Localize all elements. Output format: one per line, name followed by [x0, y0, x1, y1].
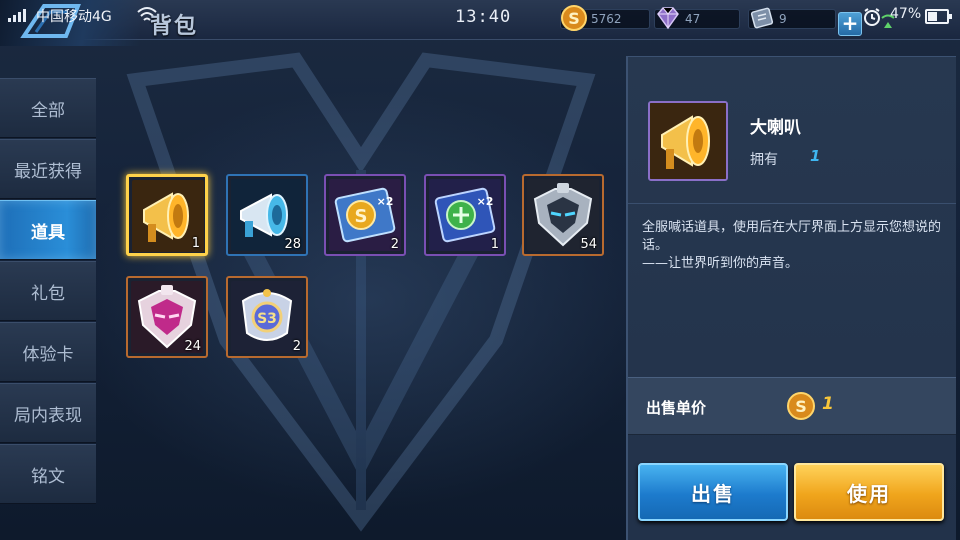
description-line: ——让世界听到你的声音。: [642, 256, 799, 271]
sidebar-item-label: 体验卡: [22, 344, 74, 365]
item-slot-helmet-fragment[interactable]: 54: [522, 174, 604, 256]
item-slot-megaphone-blue[interactable]: 28: [226, 174, 308, 256]
sell-price-value: 1: [822, 394, 834, 414]
recharge-button[interactable]: +: [838, 12, 862, 36]
item-count: 24: [184, 339, 201, 354]
sidebar-item-label: 道具: [31, 222, 65, 243]
category-sidebar: 全部 最近获得 道具 礼包 体验卡 局内表现 铭文: [0, 78, 96, 540]
sidebar-item-match-performance[interactable]: 局内表现: [0, 383, 96, 443]
use-button[interactable]: 使用: [794, 463, 944, 521]
owned-label: 拥有: [750, 152, 778, 168]
item-count: 2: [292, 339, 301, 354]
item-slot-gold-double-card[interactable]: S ×2 2: [324, 174, 406, 256]
item-detail-panel: 大喇叭 拥有 1 全服喊话道具，使用后在大厅界面上方显示您想说的话。 ——让世界…: [626, 56, 956, 540]
item-count: 1: [490, 237, 499, 252]
divider: [628, 203, 956, 204]
item-slot-pink-helmet-fragment[interactable]: 24: [126, 276, 208, 358]
sidebar-item-gift-packs[interactable]: 礼包: [0, 261, 96, 321]
page-title: 背包: [150, 14, 199, 39]
signal-strength-icon: [8, 8, 26, 22]
sidebar-item-recent[interactable]: 最近获得: [0, 139, 96, 199]
sidebar-item-label: 铭文: [31, 466, 65, 487]
sidebar-item-trial-cards[interactable]: 体验卡: [0, 322, 96, 382]
ticket-icon: [750, 7, 774, 29]
detail-item-name: 大喇叭: [750, 118, 801, 138]
sidebar-item-props[interactable]: 道具: [0, 200, 96, 260]
clock: 13:40: [455, 7, 512, 27]
sidebar-item-label: 全部: [31, 100, 65, 121]
carrier-name: 中国移动4G: [36, 9, 112, 25]
svg-text:S: S: [355, 206, 368, 227]
item-slot-s3-badge[interactable]: S3 2: [226, 276, 308, 358]
detail-item-frame: [648, 101, 728, 181]
gem-counter: 47: [654, 7, 740, 30]
gold-counter: 5762 S: [560, 5, 650, 31]
gold-coin-icon: S: [787, 392, 815, 420]
sell-price-bar: 出售单价 S 1: [628, 377, 956, 435]
item-description: 全服喊话道具，使用后在大厅界面上方显示您想说的话。 ——让世界听到你的声音。: [642, 219, 948, 273]
diamond-icon: [657, 7, 679, 30]
item-count: 28: [284, 237, 301, 252]
battery-fill: [928, 12, 938, 21]
sidebar-item-label: 礼包: [31, 283, 65, 304]
svg-text:S: S: [795, 397, 807, 416]
ticket-counter: 9: [748, 7, 836, 30]
gold-coin-icon: S: [561, 5, 587, 31]
item-count: 54: [580, 237, 597, 252]
item-slot-megaphone-gold[interactable]: 1: [126, 174, 208, 256]
svg-text:S: S: [568, 9, 580, 28]
sell-price-label: 出售单价: [646, 399, 707, 417]
svg-text:×2: ×2: [477, 195, 494, 208]
item-count: 1: [191, 236, 200, 251]
sell-button[interactable]: 出售: [638, 463, 788, 521]
sidebar-item-inscriptions[interactable]: 铭文: [0, 444, 96, 504]
megaphone-gold-icon: [650, 103, 726, 179]
sidebar-item-all[interactable]: 全部: [0, 78, 96, 138]
item-slot-exp-double-card[interactable]: ×2 1: [424, 174, 506, 256]
sidebar-item-label: 最近获得: [14, 161, 82, 182]
owned-count: 1: [810, 147, 821, 165]
sidebar-item-label: 局内表现: [14, 405, 82, 426]
description-line: 全服喊话道具，使用后在大厅界面上方显示您想说的话。: [642, 220, 942, 253]
item-count: 2: [390, 237, 399, 252]
svg-text:S3: S3: [257, 311, 277, 327]
alarm-clock-icon: [864, 8, 880, 26]
svg-text:×2: ×2: [377, 195, 394, 208]
battery-icon: [925, 9, 952, 24]
battery-percent: 47%: [890, 6, 922, 22]
